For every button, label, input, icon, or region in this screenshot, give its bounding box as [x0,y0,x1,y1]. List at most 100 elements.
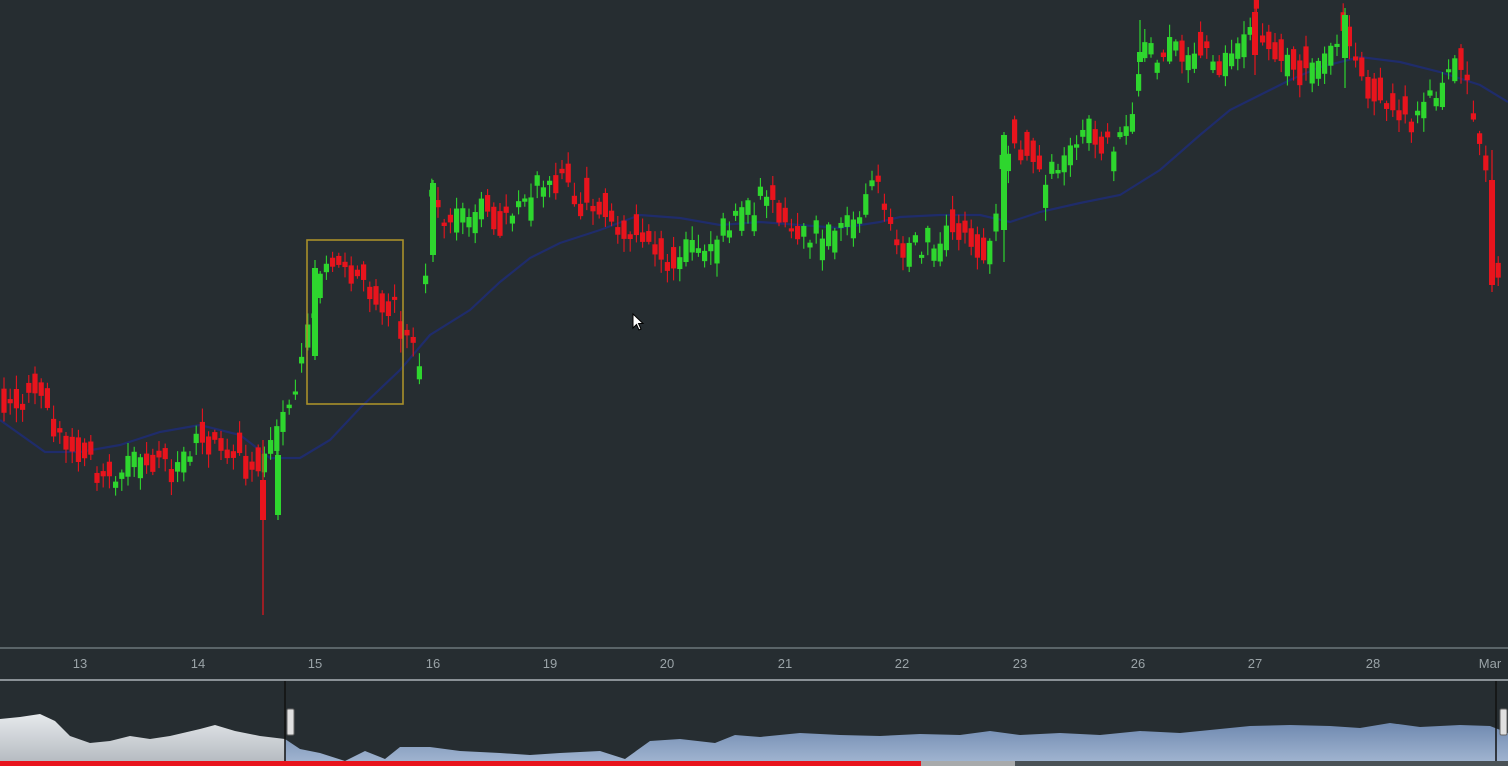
candle-body [44,388,50,408]
candle-body [1241,34,1247,58]
candle-body [609,210,615,222]
candle-body [150,454,156,472]
candle-body [299,356,305,364]
candle-body [1328,45,1334,66]
x-tick-label: 16 [425,656,441,671]
candle-body [1303,46,1309,69]
candle-body [224,449,230,459]
candle-body [751,215,757,232]
candle-body [1222,52,1228,77]
candle-body [1061,155,1067,173]
candle-body [75,437,81,462]
candle-body [875,175,881,182]
candle-body [243,455,249,479]
candle-body [1123,126,1129,136]
x-tick-label: 20 [659,656,675,671]
candle-body [478,198,484,220]
candle-body [658,238,664,260]
candle-body [20,403,26,410]
candle-body [981,237,987,261]
candle-body [119,472,125,479]
candle-body [937,243,943,262]
video-progress-bar[interactable] [0,761,1508,766]
candle-body [94,472,100,483]
candle-body [466,217,472,228]
candle-body [745,200,751,215]
candle-body [1260,35,1266,43]
candle-body [1489,180,1495,285]
candle-body [435,200,441,208]
candle-body [1086,118,1092,144]
candle-body [1036,155,1042,170]
candle-body [596,201,602,215]
candle-body [131,451,137,468]
candle-body [237,432,243,454]
candle-body [423,275,429,285]
candle-body [1092,129,1098,145]
x-tick-label: 15 [307,656,323,671]
candle-body [1173,41,1179,51]
candle-body [1353,56,1359,61]
candle-body [460,208,466,223]
candle-body [260,480,266,520]
candle-body [168,469,174,483]
candle-body [1148,43,1154,55]
candle-body [615,227,621,235]
candle-body [807,242,813,248]
navigator-left-handle[interactable] [286,708,295,736]
candle-body [795,226,801,240]
candle-body [1111,151,1117,172]
candle-body [695,248,701,253]
candle-body [782,207,788,223]
candle-body [950,209,956,233]
candle-body [1477,133,1483,144]
candle-body [454,208,460,233]
candle-body [677,257,683,270]
range-navigator[interactable] [0,681,1508,761]
candle-body [1377,77,1383,101]
candle-body [987,240,993,265]
candle-body [348,265,354,284]
candle-body [919,254,925,258]
candle-body [379,293,385,313]
candle-body [1074,144,1080,148]
candle-body [702,250,708,262]
candle-body [547,180,553,185]
candle-body [275,455,281,515]
candle-body [361,264,367,280]
candle-body [646,231,652,242]
candles [1,0,1501,615]
candle-body [720,218,726,236]
candle-body [522,198,528,202]
candle-body [1334,43,1340,47]
candle-body [472,212,478,234]
candle-body [788,228,794,232]
candle-body [652,244,658,255]
candle-body [1198,31,1204,56]
candle-body [1433,98,1439,107]
candle-body [689,240,695,253]
candle-body [230,451,236,458]
candle-body [342,261,348,268]
candle-body [1043,184,1049,208]
x-tick-label: Mar [1478,656,1502,671]
candle-body [602,192,608,218]
candle-body [565,163,571,183]
candle-body [218,438,224,451]
candle-body [708,244,714,252]
navigator-right-handle[interactable] [1499,708,1508,736]
candle-body [323,263,329,273]
candle-body [330,257,336,267]
candle-body [1067,145,1073,166]
candle-body [1204,41,1210,49]
candle-body [125,455,131,477]
candle-body [528,197,534,221]
candle-body [88,441,94,455]
candle-body [280,411,286,432]
candle-body [931,248,937,261]
candle-body [1098,136,1104,154]
candle-body [305,324,311,348]
candle-body [162,448,168,460]
x-tick-label: 23 [1012,656,1028,671]
x-axis: 13 14 15 16 19 20 21 22 23 26 27 28 Mar [0,649,1508,679]
